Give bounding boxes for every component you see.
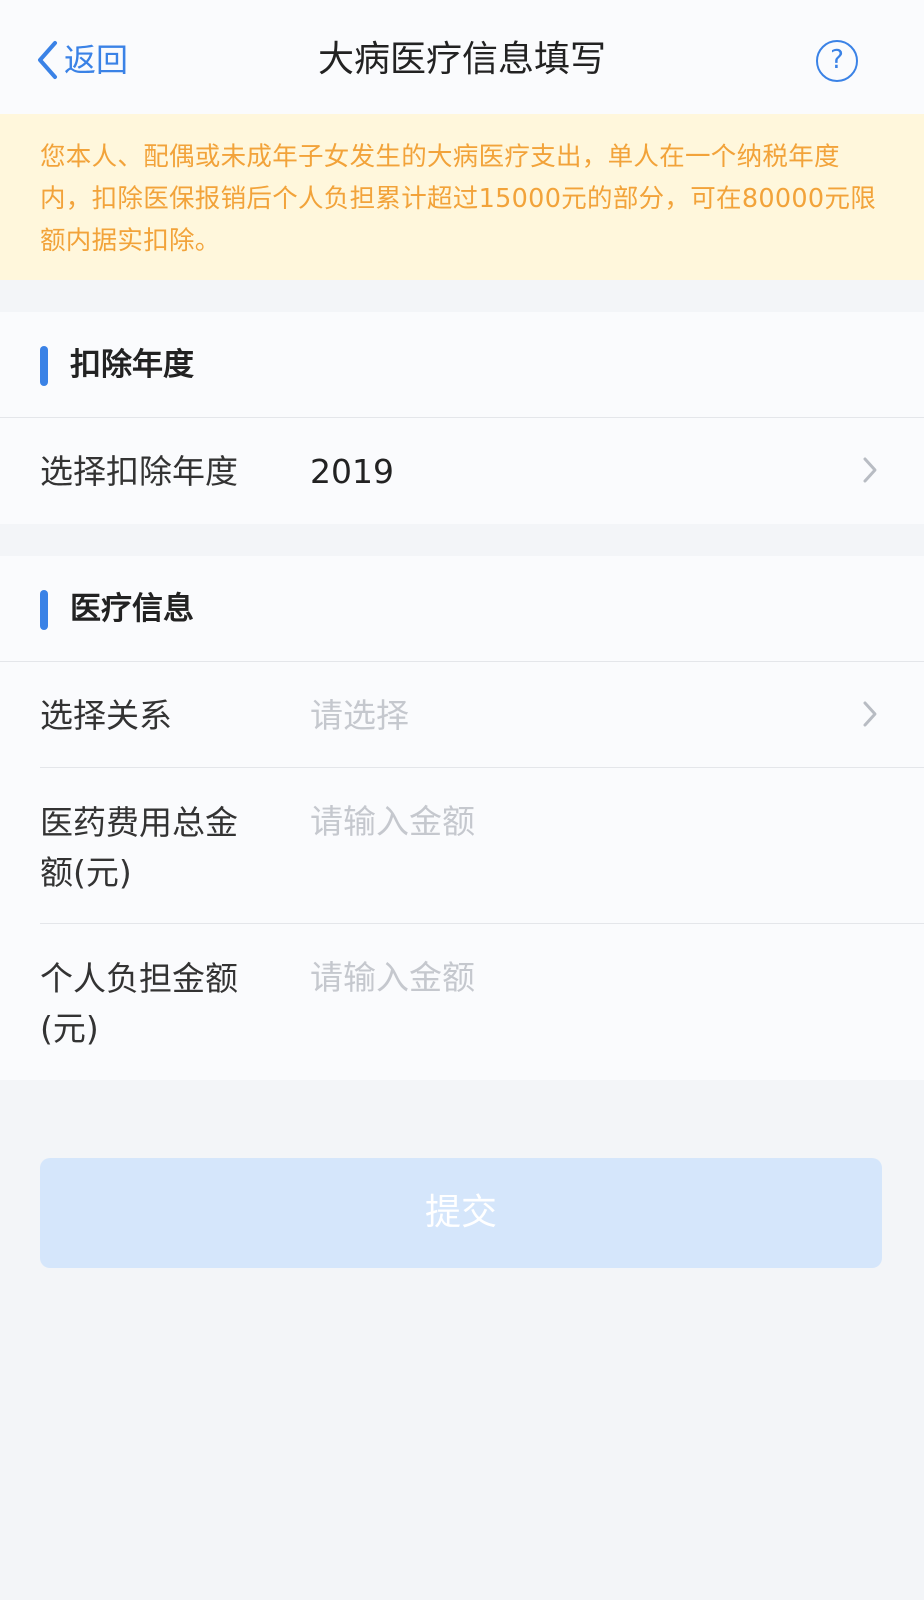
section-header: 医疗信息 [0, 556, 924, 662]
notice-banner: 您本人、配偶或未成年子女发生的大病医疗支出，单人在一个纳税年度内，扣除医保报销后… [0, 114, 924, 280]
personal-amount-row: 个人负担金额(元) 请输入金额 [0, 924, 924, 1080]
section-title: 扣除年度 [70, 347, 194, 383]
chevron-right-icon [863, 701, 877, 727]
total-amount-input[interactable]: 请输入金额 [310, 798, 475, 846]
page-title: 大病医疗信息填写 [317, 39, 606, 80]
section-accent-bar [40, 590, 48, 630]
chevron-right-icon [863, 457, 877, 483]
section-header: 扣除年度 [0, 312, 924, 418]
total-amount-row: 医药费用总金额(元) 请输入金额 [0, 768, 924, 924]
medical-info-section: 医疗信息 选择关系 请选择 医药费用总金额(元) 请输入金额 个人负担金额(元)… [0, 556, 924, 1080]
relation-select[interactable]: 请选择 [310, 692, 409, 740]
section-title: 医疗信息 [70, 591, 194, 627]
deduction-year-row[interactable]: 选择扣除年度 2019 [0, 418, 924, 524]
relation-row[interactable]: 选择关系 请选择 [0, 662, 924, 768]
notice-text: 您本人、配偶或未成年子女发生的大病医疗支出，单人在一个纳税年度内，扣除医保报销后… [40, 142, 877, 256]
personal-amount-input[interactable]: 请输入金额 [310, 954, 475, 1002]
navigation-bar: 返回 大病医疗信息填写 ? [0, 0, 924, 114]
help-icon[interactable]: ? [816, 40, 858, 82]
section-accent-bar [40, 346, 48, 386]
deduction-year-section: 扣除年度 选择扣除年度 2019 [0, 312, 924, 524]
deduction-year-label: 选择扣除年度 [40, 452, 238, 491]
submit-button[interactable]: 提交 [40, 1158, 882, 1268]
personal-amount-label: 个人负担金额(元) [40, 959, 238, 1048]
relation-label: 选择关系 [40, 696, 172, 735]
deduction-year-value: 2019 [310, 452, 394, 491]
total-amount-label: 医药费用总金额(元) [40, 803, 238, 892]
